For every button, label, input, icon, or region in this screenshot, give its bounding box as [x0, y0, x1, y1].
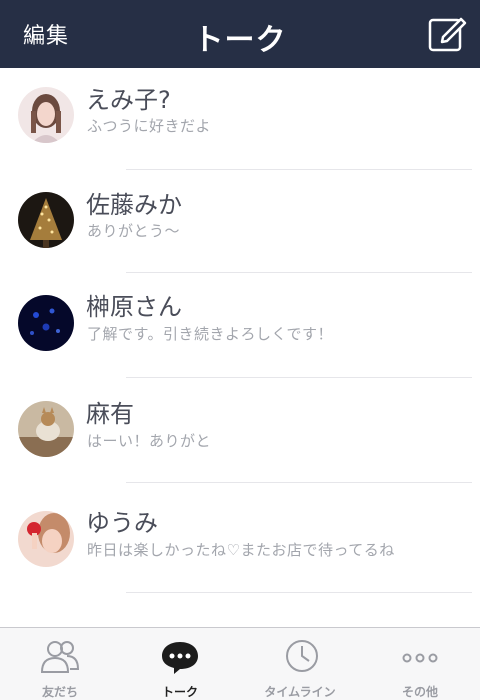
tab-label: トーク: [161, 685, 198, 699]
chat-name: ゆうみ: [86, 509, 158, 537]
tab-timeline[interactable]: タイムライン: [240, 628, 360, 700]
tab-label: タイムライン: [264, 685, 336, 699]
chat-preview: ふつうに好きだよ: [87, 117, 212, 135]
page-title: トーク: [193, 23, 287, 58]
chat-row[interactable]: 榊原さん 了解です。引き続きよろしくです！: [0, 273, 480, 378]
avatar[interactable]: [18, 295, 74, 351]
chat-name: 佐藤みか: [86, 191, 182, 219]
chat-row[interactable]: えみ子? ふつうに好きだよ: [0, 68, 480, 173]
clock-icon: [286, 640, 318, 672]
chat-bubble-icon: [162, 642, 198, 674]
tab-friends[interactable]: 友だち: [0, 628, 120, 700]
avatar[interactable]: [18, 87, 74, 143]
chat-name: えみ子?: [86, 86, 171, 114]
tab-label: その他: [401, 685, 438, 699]
avatar[interactable]: [18, 511, 74, 567]
chat-preview: 了解です。引き続きよろしくです！: [87, 325, 334, 343]
tab-talk[interactable]: トーク: [120, 628, 240, 700]
friends-icon: [40, 641, 80, 673]
chat-row[interactable]: 佐藤みか ありがとう〜: [0, 173, 480, 273]
chat-preview: 昨日は楽しかったね♡またお店で待ってるね: [87, 541, 395, 559]
chat-preview: はーい！ありがと: [87, 432, 212, 450]
compose-icon[interactable]: [428, 14, 468, 52]
tab-bar: 友だち トーク タイムライン その他: [0, 627, 480, 700]
avatar[interactable]: [18, 401, 74, 457]
header-bar: 編集 トーク: [0, 0, 480, 68]
chat-list: えみ子? ふつうに好きだよ 佐藤みか ありがとう〜 榊原さん 了解です。引き続き…: [0, 68, 480, 593]
tab-label: 友だち: [41, 685, 78, 699]
tab-more[interactable]: その他: [360, 628, 480, 700]
row-divider: [126, 592, 472, 593]
chat-row[interactable]: 麻有 はーい！ありがと: [0, 378, 480, 483]
avatar[interactable]: [18, 192, 74, 248]
row-divider: [126, 169, 472, 170]
chat-row[interactable]: ゆうみ 昨日は楽しかったね♡またお店で待ってるね: [0, 483, 480, 593]
more-dots-icon: [402, 653, 438, 663]
chat-name: 榊原さん: [86, 293, 182, 321]
chat-preview: ありがとう〜: [87, 222, 181, 240]
chat-name: 麻有: [86, 400, 134, 428]
